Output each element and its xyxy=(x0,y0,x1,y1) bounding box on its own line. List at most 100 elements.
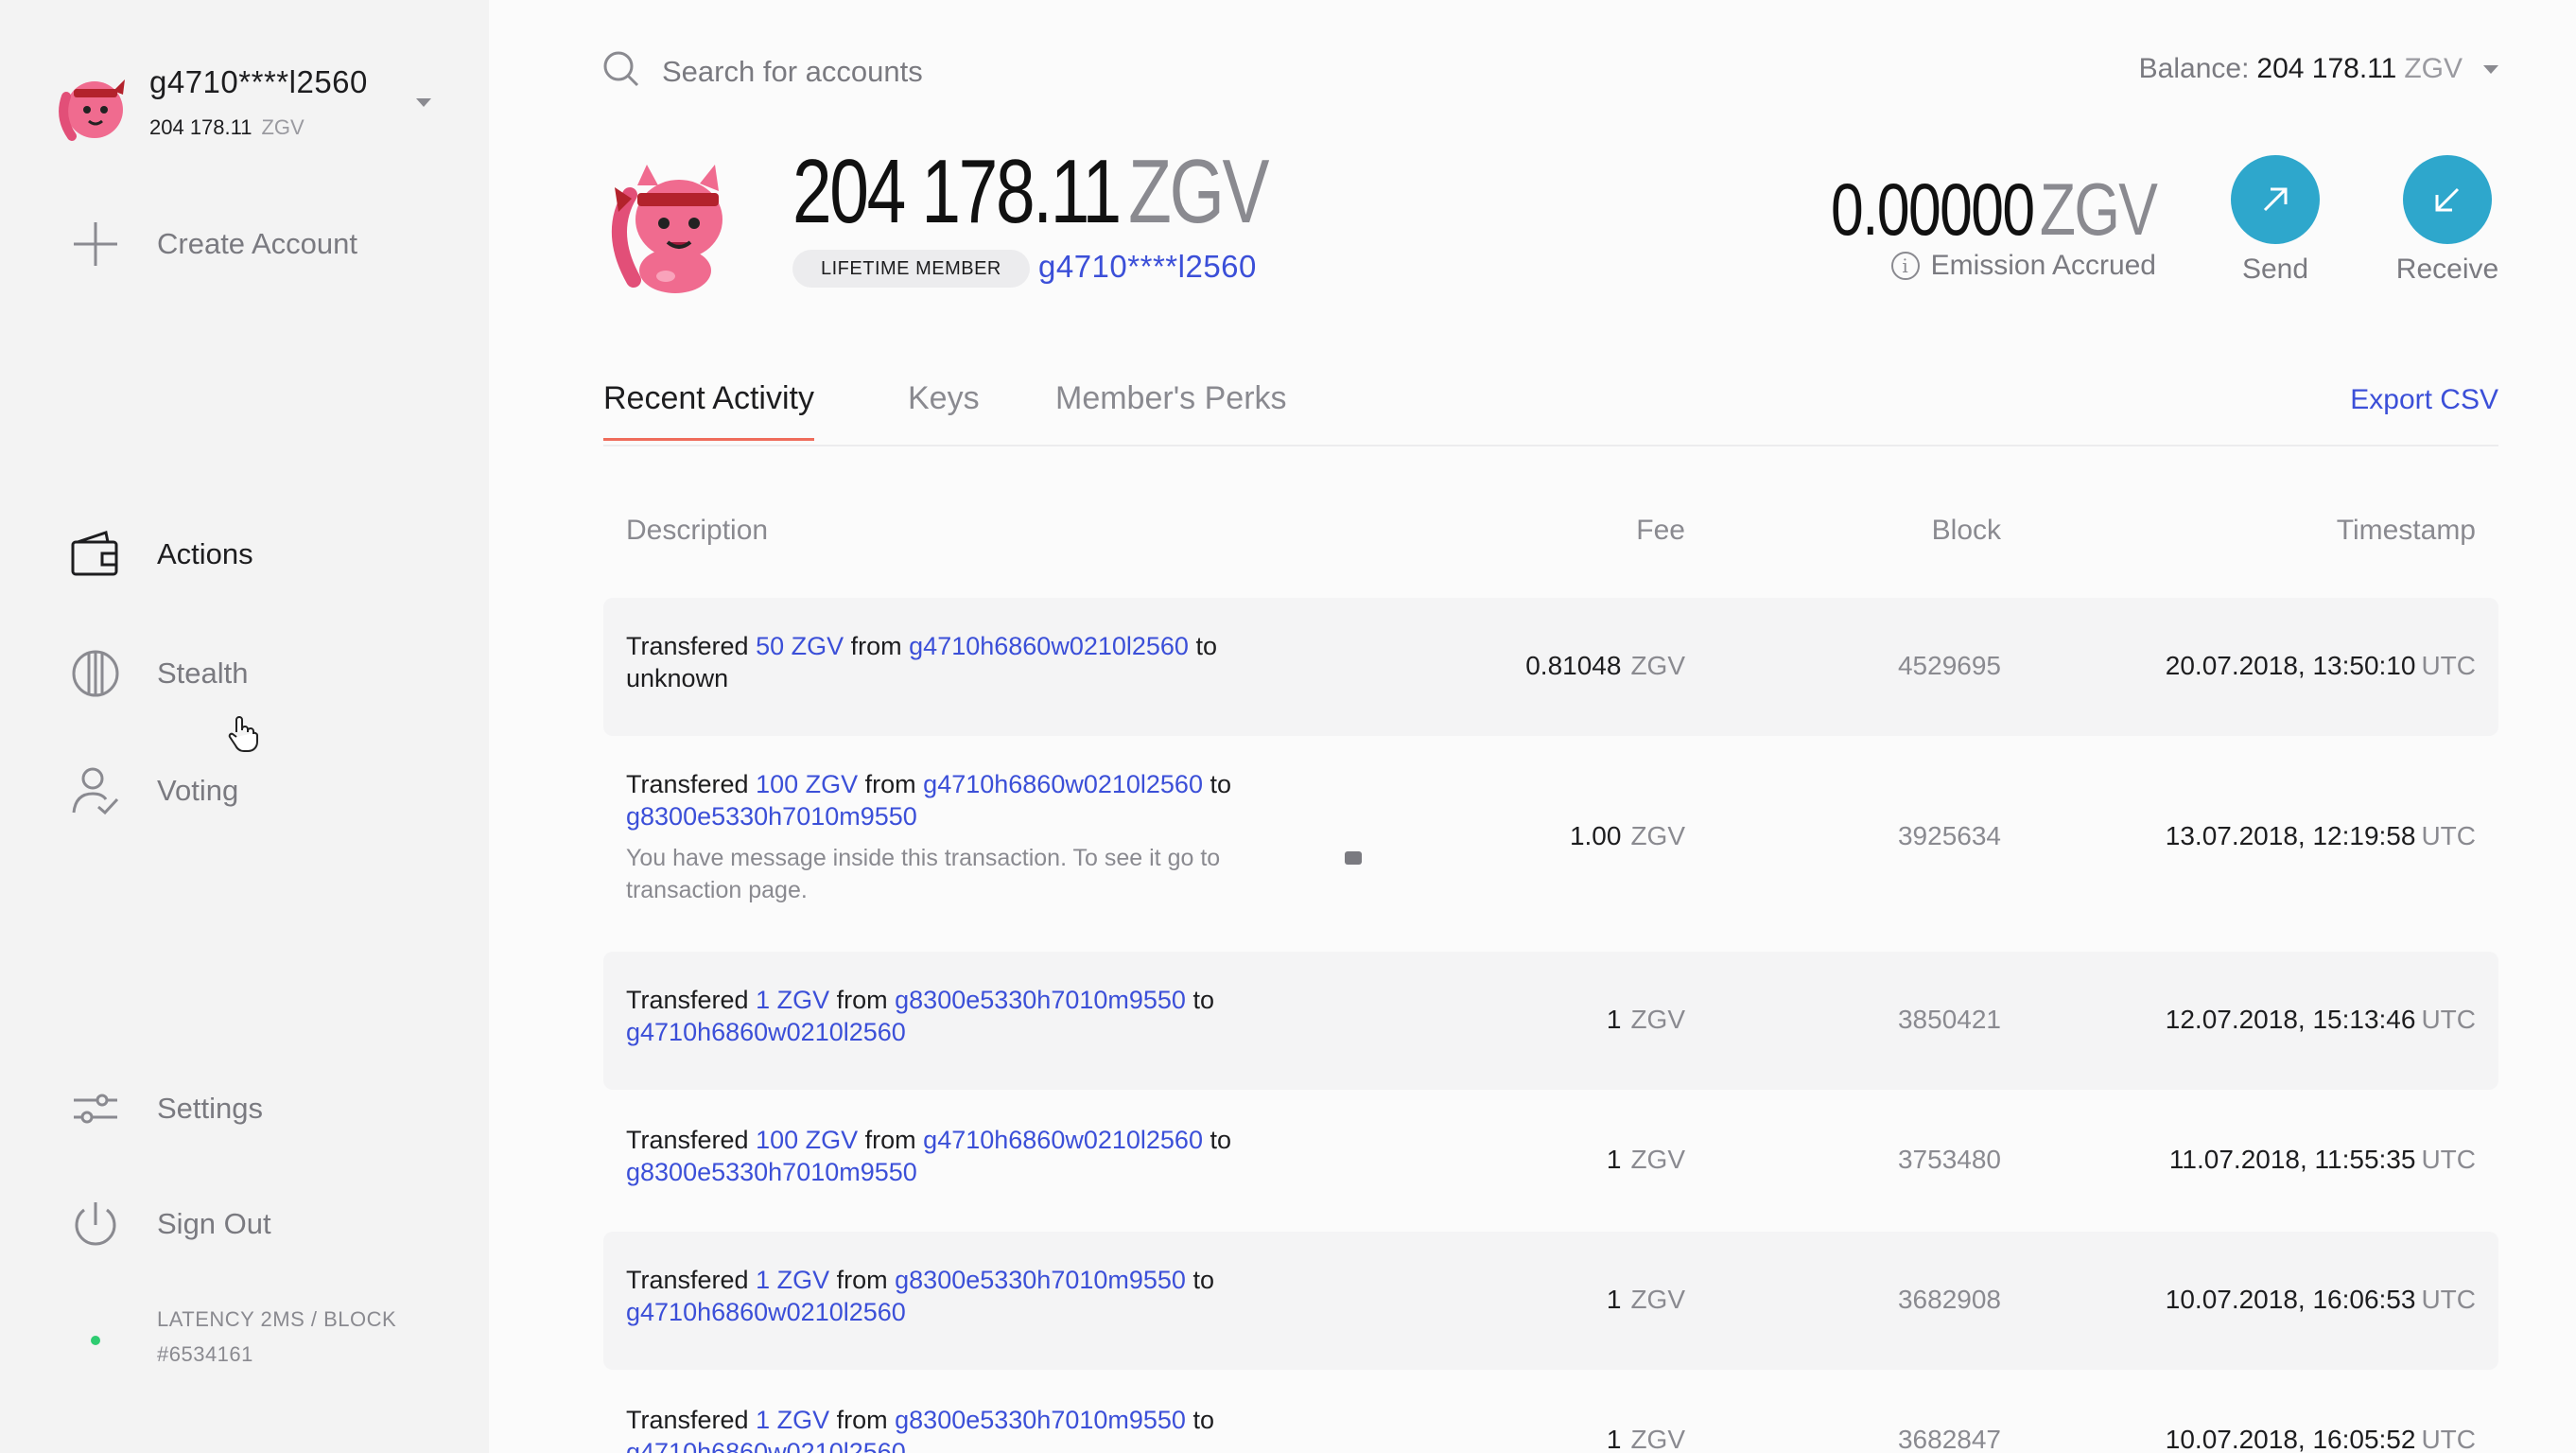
to-account-link[interactable]: g8300e5330h7010m9550 xyxy=(626,1158,917,1186)
sliders-icon xyxy=(68,1081,123,1136)
sidebar-item-actions[interactable]: Actions xyxy=(68,526,253,583)
timezone: UTC xyxy=(2421,821,2476,850)
hero-account-name[interactable]: g4710****l2560 xyxy=(1038,249,1257,285)
sidebar-item-voting[interactable]: Voting xyxy=(68,762,238,819)
sidebar-item-stealth[interactable]: Stealth xyxy=(68,645,249,702)
tab-bar: Recent Activity Keys Member's Perks Expo… xyxy=(603,365,2498,446)
timestamp-value: 12.07.2018, 15:13:46 xyxy=(2165,1005,2416,1034)
emission-label: i Emission Accrued xyxy=(1890,250,2156,282)
balance-dropdown[interactable]: Balance: 204 178.11 ZGV xyxy=(2139,53,2498,85)
sidebar-item-label: Actions xyxy=(157,537,253,570)
block-number[interactable]: 4529695 xyxy=(1898,651,2001,681)
column-block[interactable]: Block xyxy=(1932,515,2001,547)
stealth-icon xyxy=(68,646,123,701)
info-icon[interactable]: i xyxy=(1890,252,1920,280)
send-button[interactable]: Send xyxy=(2219,155,2332,286)
transaction-description: Transfered 100 ZGV from g4710h6860w0210l… xyxy=(626,1124,1364,1188)
transaction-message-hint: You have message inside this transaction… xyxy=(626,845,1221,903)
chevron-down-icon[interactable] xyxy=(416,98,431,107)
table-row[interactable]: Transfered 50 ZGV from g4710h6860w0210l2… xyxy=(603,598,2498,736)
verb-text: Transfered xyxy=(626,1126,749,1154)
to-account-link[interactable]: g8300e5330h7010m9550 xyxy=(626,802,917,831)
from-account-link[interactable]: g4710h6860w0210l2560 xyxy=(909,632,1189,660)
hero-balance: 204 178.11ZGV xyxy=(792,141,1269,242)
column-description[interactable]: Description xyxy=(626,515,768,547)
to-account-link[interactable]: g4710h6860w0210l2560 xyxy=(626,1298,906,1326)
timezone: UTC xyxy=(2421,1145,2476,1174)
block-number[interactable]: 3925634 xyxy=(1898,821,2001,851)
wallet-icon xyxy=(68,527,123,582)
table-row[interactable]: Transfered 100 ZGV from g4710h6860w0210l… xyxy=(603,1092,2498,1230)
from-text: from xyxy=(836,1406,888,1434)
from-account-link[interactable]: g8300e5330h7010m9550 xyxy=(895,1266,1186,1294)
timestamp: 13.07.2018, 12:19:58 UTC xyxy=(2166,821,2476,851)
from-account-link[interactable]: g4710h6860w0210l2560 xyxy=(923,770,1203,798)
account-avatar xyxy=(612,165,722,293)
from-text: from xyxy=(864,1126,916,1154)
from-text: from xyxy=(850,632,902,660)
block-number[interactable]: 3850421 xyxy=(1898,1005,2001,1035)
verb-text: Transfered xyxy=(626,1406,749,1434)
from-account-link[interactable]: g8300e5330h7010m9550 xyxy=(895,1406,1186,1434)
from-account-link[interactable]: g4710h6860w0210l2560 xyxy=(923,1126,1203,1154)
sidebar: g4710****l2560 204 178.11 ZGV Create Acco… xyxy=(0,0,489,1453)
plus-icon xyxy=(68,217,123,271)
fee-amount: 1 xyxy=(1606,1425,1622,1453)
create-account-button[interactable]: Create Account xyxy=(68,216,357,272)
table-row[interactable]: Transfered 1 ZGV from g8300e5330h7010m95… xyxy=(603,952,2498,1090)
block-number[interactable]: 3682847 xyxy=(1898,1425,2001,1453)
fee-amount: 1 xyxy=(1606,1285,1622,1314)
amount-link[interactable]: 100 ZGV xyxy=(756,770,858,798)
tab-members-perks[interactable]: Member's Perks xyxy=(1055,380,1287,438)
settings-button[interactable]: Settings xyxy=(68,1080,263,1137)
to-text: to xyxy=(1192,1266,1214,1294)
search-icon xyxy=(601,49,641,94)
column-timestamp[interactable]: Timestamp xyxy=(2337,515,2476,547)
table-row[interactable]: Transfered 1 ZGV from g8300e5330h7010m95… xyxy=(603,1232,2498,1370)
to-account-link[interactable]: g4710h6860w0210l2560 xyxy=(626,1438,906,1453)
to-text: to xyxy=(1192,1406,1214,1434)
chevron-down-icon xyxy=(2483,64,2498,74)
to-account-link[interactable]: g4710h6860w0210l2560 xyxy=(626,1018,906,1046)
fee-unit: ZGV xyxy=(1630,651,1685,680)
fee-unit: ZGV xyxy=(1630,1285,1685,1314)
table-row[interactable]: Transfered 100 ZGV from g4710h6860w0210l… xyxy=(603,744,2498,950)
fee-value: 1 ZGV xyxy=(1607,1285,1685,1315)
settings-label: Settings xyxy=(157,1092,264,1125)
tab-recent-activity[interactable]: Recent Activity xyxy=(603,380,814,441)
column-fee[interactable]: Fee xyxy=(1636,515,1685,547)
avatar xyxy=(59,79,125,141)
lifetime-member-badge: LIFETIME MEMBER xyxy=(792,250,1030,288)
from-text: from xyxy=(864,770,916,798)
search-input[interactable]: Search for accounts xyxy=(662,55,923,89)
account-switcher[interactable]: g4710****l2560 204 178.11 ZGV xyxy=(53,64,450,155)
from-text: from xyxy=(836,1266,888,1294)
amount-link[interactable]: 1 ZGV xyxy=(756,1266,829,1294)
transaction-description: Transfered 1 ZGV from g8300e5330h7010m95… xyxy=(626,1404,1364,1453)
timestamp: 12.07.2018, 15:13:46 UTC xyxy=(2166,1005,2476,1035)
create-account-label: Create Account xyxy=(157,227,357,260)
search-bar[interactable]: Search for accounts xyxy=(601,49,923,94)
table-row[interactable]: Transfered 1 ZGV from g8300e5330h7010m95… xyxy=(603,1372,2498,1453)
fee-value: 1 ZGV xyxy=(1607,1425,1685,1453)
message-icon[interactable] xyxy=(1345,851,1362,865)
sign-out-label: Sign Out xyxy=(157,1207,271,1240)
amount-link[interactable]: 1 ZGV xyxy=(756,986,829,1014)
status-dot xyxy=(91,1336,100,1345)
hand-cursor-icon xyxy=(228,716,258,752)
tab-keys[interactable]: Keys xyxy=(908,380,980,438)
fee-value: 0.81048 ZGV xyxy=(1525,651,1685,681)
block-number[interactable]: 3753480 xyxy=(1898,1145,2001,1175)
account-name: g4710****l2560 xyxy=(149,64,368,99)
timestamp: 10.07.2018, 16:05:52 UTC xyxy=(2166,1425,2476,1453)
amount-link[interactable]: 50 ZGV xyxy=(756,632,844,660)
sign-out-button[interactable]: Sign Out xyxy=(68,1196,271,1252)
export-csv-link[interactable]: Export CSV xyxy=(2350,384,2498,416)
emission-value: 0.00000ZGV xyxy=(1830,167,2158,251)
amount-link[interactable]: 100 ZGV xyxy=(756,1126,858,1154)
receive-button[interactable]: Receive xyxy=(2391,155,2504,286)
amount-link[interactable]: 1 ZGV xyxy=(756,1406,829,1434)
from-account-link[interactable]: g8300e5330h7010m9550 xyxy=(895,986,1186,1014)
timezone: UTC xyxy=(2421,1285,2476,1314)
block-number[interactable]: 3682908 xyxy=(1898,1285,2001,1315)
